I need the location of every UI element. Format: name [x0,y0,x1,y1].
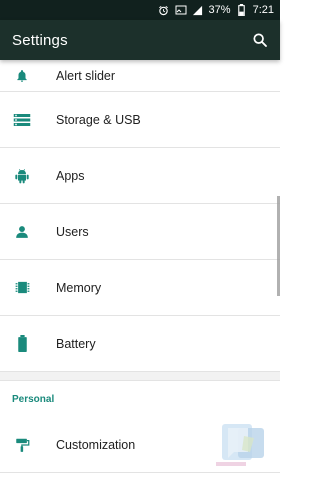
screen-cast-icon [175,4,187,16]
settings-item-label: Customization [56,437,136,452]
android-icon [12,166,32,186]
section-divider [0,372,280,381]
memory-chip-icon [12,278,32,298]
search-button[interactable] [248,28,272,52]
settings-item-label: Battery [56,336,96,351]
battery-icon [236,4,248,16]
settings-item-users[interactable]: Users [0,204,280,260]
watermark-logo [208,418,274,476]
storage-icon [12,110,32,130]
settings-item-memory[interactable]: Memory [0,260,280,316]
settings-item-apps[interactable]: Apps [0,148,280,204]
alarm-icon [158,4,170,16]
settings-item-label: Apps [56,168,85,183]
settings-item-label: Alert slider [56,69,116,83]
settings-item-label: Storage & USB [56,112,141,127]
page-title: Settings [12,31,68,49]
settings-item-label: Memory [56,280,102,295]
settings-item-battery[interactable]: Battery [0,316,280,372]
scrollbar[interactable] [277,196,280,296]
signal-icon [192,4,204,16]
battery-icon [12,334,32,354]
app-bar: Settings [0,20,280,60]
clock: 7:21 [252,4,274,16]
status-bar: 37% 7:21 [0,0,280,20]
search-icon [253,33,267,47]
settings-item-label: Users [56,224,89,239]
battery-percent: 37% [208,4,231,16]
paint-roller-icon [12,435,32,455]
person-icon [12,222,32,242]
settings-item-storage[interactable]: Storage & USB [0,92,280,148]
settings-list: Alert slider Storage & USB Apps Users Me… [0,60,280,473]
settings-item-alert-slider[interactable]: Alert slider [0,60,280,92]
section-header-personal: Personal [12,393,55,405]
alert-slider-icon [12,66,32,86]
